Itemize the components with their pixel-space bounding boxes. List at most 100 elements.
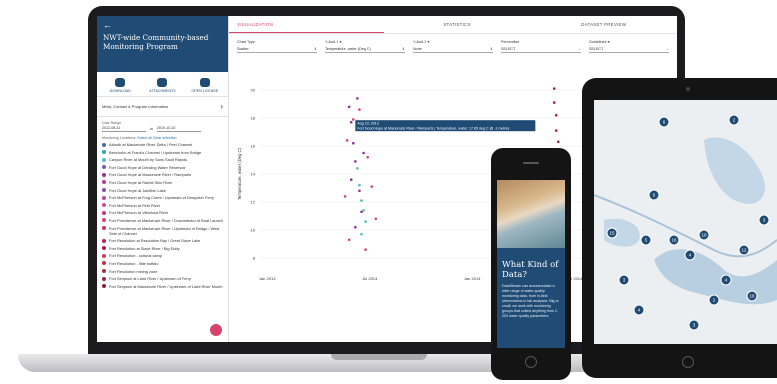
location-item[interactable]: Fort Good Hope at Mackenzie River / Ramp… xyxy=(102,172,223,177)
x-tick-label: Jan 2013 xyxy=(259,276,276,281)
sidebar: ← NWT-wide Community-based Monitoring Pr… xyxy=(97,16,229,342)
download-button[interactable]: DOWNLOAD xyxy=(103,78,137,93)
y-tick-label: 12 xyxy=(251,200,256,205)
control-0[interactable]: Chart Type Scatter ⇕ xyxy=(237,40,317,64)
date-range-label: Date Range xyxy=(102,121,122,125)
data-point xyxy=(345,139,349,142)
location-item[interactable]: Fort Providence at Mackenzie River / Dow… xyxy=(102,218,223,223)
control-4[interactable]: Guidelines ● SELECT ⌄ xyxy=(589,40,669,64)
tab-bar: VISUALIZATION STATISTICS DATASET PREVIEW xyxy=(229,16,677,34)
location-label: Behchoko at Frank's Channel / Upstream f… xyxy=(109,149,202,155)
dropdown-arrow-icon: ⇕ xyxy=(313,47,317,51)
control-value: SELECT xyxy=(501,47,516,51)
location-item[interactable]: Fort Resolution at Slave River / Big Edd… xyxy=(102,246,223,251)
select-all-link[interactable]: Select all xyxy=(137,136,152,140)
chart-controls: Chart Type Scatter ⇕ Y-Axis 1 ● Temperature,… xyxy=(229,34,677,64)
location-label: Fort Resolution - little buffalo xyxy=(109,260,159,266)
location-item[interactable]: Fort McPherson at Vittrekwa River xyxy=(102,210,223,215)
location-color-dot xyxy=(102,142,106,147)
location-color-dot xyxy=(102,276,106,281)
tab-dataset-preview[interactable]: DATASET PREVIEW xyxy=(530,16,677,33)
location-color-dot xyxy=(102,261,106,266)
control-select[interactable]: SELECT ⌄ xyxy=(589,44,669,53)
phone-screen: What Kind of Data? DataStream can accomm… xyxy=(497,180,565,348)
tab-visualization[interactable]: VISUALIZATION xyxy=(229,16,384,33)
tablet-home-button[interactable] xyxy=(682,356,694,368)
location-label: Aklavik at Mackenzie River Delta / Peel … xyxy=(109,142,193,147)
dropdown-arrow-icon: ⇕ xyxy=(401,47,405,51)
cluster-count: 15 xyxy=(609,231,615,236)
data-point xyxy=(552,87,556,90)
phone-home-button[interactable] xyxy=(525,356,537,368)
location-item[interactable]: Fort Simpson at Liard River / Upstream o… xyxy=(102,276,223,281)
location-color-dot xyxy=(102,218,106,223)
meta-contact-link[interactable]: Meta, Contact & Program Information › xyxy=(97,97,228,117)
tooltip-text: Aug 23, 2013 xyxy=(357,122,378,126)
control-2[interactable]: Y-Axis 2 ● None ⇕ xyxy=(413,40,493,64)
location-item[interactable]: Fort Resolution mining zone xyxy=(102,269,223,274)
map-view[interactable]: 6 2155 1610412418236433 xyxy=(594,100,777,344)
control-select[interactable]: Temperature, water (Deg C) ⇕ xyxy=(325,44,405,53)
map-fab-button[interactable] xyxy=(210,324,222,336)
location-item[interactable]: Fort McPherson at Frog Creek / Upstream … xyxy=(102,195,223,200)
location-color-dot xyxy=(102,253,106,258)
location-item[interactable]: Fort Resolution - cultural camp xyxy=(102,253,223,258)
location-item[interactable]: Canyon River at Mouth by Sans Sault Rapi… xyxy=(102,157,223,162)
phone-speaker xyxy=(523,162,539,164)
date-from-input[interactable]: 2012-08-31 xyxy=(102,126,146,132)
sidebar-toolbar: DOWNLOAD ATTACHMENTS OPEN LICENSE xyxy=(97,72,228,97)
back-arrow-icon[interactable]: ← xyxy=(103,20,222,30)
attachments-button[interactable]: ATTACHMENTS xyxy=(145,78,179,93)
data-point xyxy=(554,129,558,132)
data-point xyxy=(557,140,560,144)
paperclip-icon xyxy=(157,78,168,87)
data-point xyxy=(364,220,367,223)
location-label: Fort Providence at Mackenzie River / Ups… xyxy=(109,225,220,236)
tab-statistics[interactable]: STATISTICS xyxy=(384,16,531,33)
control-select[interactable]: SELECT ⌄ xyxy=(501,44,581,53)
location-item[interactable]: Fort Good Hope at Jackfish Lake xyxy=(102,188,223,193)
location-color-dot xyxy=(102,195,106,200)
control-1[interactable]: Y-Axis 1 ● Temperature, water (Deg C) ⇕ xyxy=(325,40,405,64)
tooltip-text: Fort Good Hope at Mackenzie River / Ramp… xyxy=(357,126,509,130)
data-point xyxy=(347,238,351,242)
location-label: Fort Resolution at Resolution Bay / Grea… xyxy=(109,238,201,244)
location-item[interactable]: Behchoko at Frank's Channel / Upstream f… xyxy=(102,150,223,155)
sidebar-header: ← NWT-wide Community-based Monitoring Pr… xyxy=(97,16,228,72)
phone-heading: What Kind of Data? xyxy=(502,260,559,280)
y-tick-label: 16 xyxy=(251,144,256,149)
dropdown-arrow-icon: ⌄ xyxy=(577,47,581,51)
control-3[interactable]: Percentiles SELECT ⌄ xyxy=(501,40,581,64)
location-color-dot xyxy=(102,238,106,243)
clear-selection-link[interactable]: Clear selection xyxy=(153,136,177,140)
cluster-count: 10 xyxy=(701,233,707,238)
data-point xyxy=(356,97,359,100)
control-select[interactable]: Scatter ⇕ xyxy=(237,44,317,53)
chevron-right-icon: › xyxy=(220,102,223,111)
control-select[interactable]: None ⇕ xyxy=(413,44,493,53)
location-item[interactable]: Fort Resolution at Resolution Bay / Grea… xyxy=(102,238,223,243)
open-license-button[interactable]: OPEN LICENSE xyxy=(188,78,222,93)
y-axis-label: Temperature, water (Deg C) xyxy=(237,147,242,200)
open-license-label: OPEN LICENSE xyxy=(191,89,219,93)
location-list: Aklavik at Mackenzie River Delta / Peel … xyxy=(97,142,228,289)
location-color-dot xyxy=(102,150,106,155)
data-point xyxy=(552,101,556,104)
locations-label: Monitoring Locations xyxy=(102,136,136,140)
laptop-notch xyxy=(331,354,427,360)
location-item[interactable]: Aklavik at Mackenzie River Delta / Peel … xyxy=(102,142,223,147)
location-item[interactable]: Fort Good Hope at Drinking Water Reservo… xyxy=(102,165,223,170)
location-label: Fort Good Hope at Mackenzie River / Ramp… xyxy=(109,172,192,178)
location-item[interactable]: Fort McPherson at Peel River xyxy=(102,203,223,208)
location-label: Fort Providence at Mackenzie River / Dow… xyxy=(109,217,223,223)
data-point xyxy=(354,160,357,163)
location-item[interactable]: Fort Simpson at Mackenzie River / Upstre… xyxy=(102,284,223,289)
location-item[interactable]: Fort Providence at Mackenzie River / Ups… xyxy=(102,226,223,236)
location-item[interactable]: Fort Good Hope at Rabbit Skin River xyxy=(102,180,223,185)
location-label: Fort McPherson at Peel River xyxy=(109,202,161,208)
location-label: Fort Resolution mining zone xyxy=(109,268,158,274)
location-item[interactable]: Fort Resolution - little buffalo xyxy=(102,261,223,266)
date-to-input[interactable]: 2019-10-10 xyxy=(157,126,201,132)
location-label: Fort Simpson at Liard River / Upstream o… xyxy=(109,276,191,282)
location-label: Fort Good Hope at Jackfish Lake xyxy=(109,187,166,193)
